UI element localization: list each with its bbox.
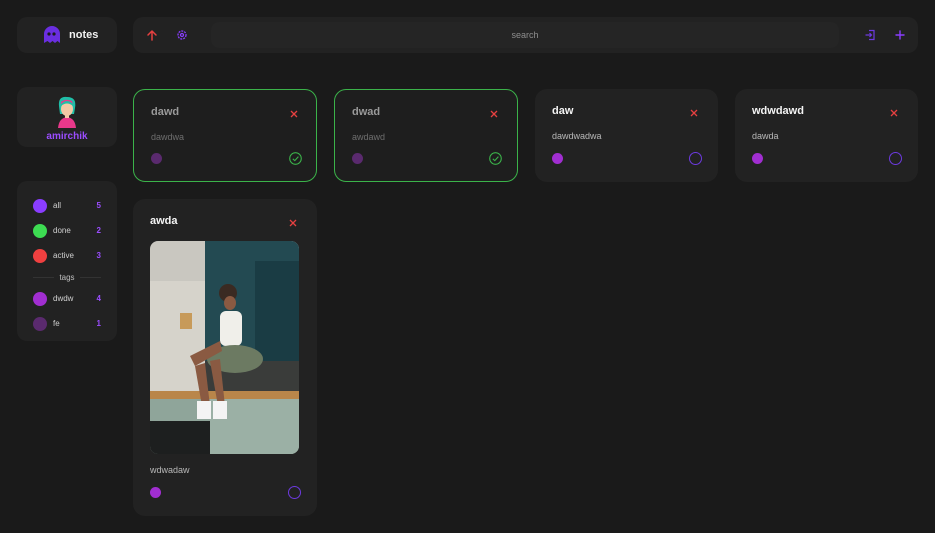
tag-label: fe <box>53 319 60 328</box>
note-image <box>150 241 299 454</box>
note-tag-dot[interactable] <box>150 487 161 498</box>
filter-all[interactable]: all 5 <box>33 193 101 218</box>
note-card[interactable]: daw dawdwadwa <box>535 89 718 182</box>
note-body: wdwadaw <box>150 465 190 475</box>
note-tag-dot[interactable] <box>752 153 763 164</box>
note-title: dawd <box>151 106 180 118</box>
note-card[interactable]: dwad awdawd <box>334 89 518 182</box>
delete-x-icon[interactable] <box>287 217 299 229</box>
note-tag-dot[interactable] <box>352 153 363 164</box>
app-logo[interactable]: notes <box>17 17 117 53</box>
note-body: dawdwadwa <box>552 131 602 141</box>
filter-done-dot <box>33 223 47 238</box>
filter-all-dot <box>33 198 47 213</box>
tag-label: dwdw <box>53 294 74 303</box>
tag-count: 4 <box>96 294 101 303</box>
filter-active[interactable]: active 3 <box>33 243 101 268</box>
note-card[interactable]: wdwdawd dawda <box>735 89 918 182</box>
tag-count: 1 <box>96 319 101 328</box>
sort-arrow-up-icon[interactable] <box>143 26 161 44</box>
note-body: dawdwa <box>151 132 185 142</box>
delete-x-icon[interactable] <box>288 108 300 120</box>
add-note-plus-icon[interactable] <box>891 26 909 44</box>
tag-dot <box>33 316 47 331</box>
top-toolbar <box>133 17 918 53</box>
filter-panel: all 5 done 2 active 3 tags dwdw 4 fe 1 <box>17 181 117 341</box>
delete-x-icon[interactable] <box>688 107 700 119</box>
note-tag-dot[interactable] <box>151 153 162 164</box>
filter-count: 5 <box>96 201 101 210</box>
tag-filter-fe[interactable]: fe 1 <box>33 311 101 336</box>
divider-line <box>33 276 55 278</box>
filter-done[interactable]: done 2 <box>33 218 101 243</box>
note-title: daw <box>552 105 574 117</box>
note-card[interactable]: awda wdwadaw <box>133 199 317 516</box>
username: amirchik <box>46 131 88 142</box>
tag-filter-dwdw[interactable]: dwdw 4 <box>33 286 101 311</box>
delete-x-icon[interactable] <box>488 108 500 120</box>
note-body: awdawd <box>352 132 386 142</box>
profile-card[interactable]: amirchik <box>17 87 117 147</box>
note-title: dwad <box>352 106 381 118</box>
done-check-icon[interactable] <box>489 152 502 165</box>
mark-done-circle[interactable] <box>889 152 902 165</box>
filter-count: 3 <box>96 251 101 260</box>
note-tag-dot[interactable] <box>552 153 563 164</box>
mark-done-circle[interactable] <box>288 486 301 499</box>
tags-heading: tags <box>59 272 75 282</box>
mark-done-circle[interactable] <box>689 152 702 165</box>
settings-gear-icon[interactable] <box>173 26 191 44</box>
filter-label: active <box>53 251 74 260</box>
note-body: dawda <box>752 131 779 141</box>
ghost-logo-icon <box>44 26 60 43</box>
tag-dot <box>33 291 47 306</box>
tags-divider: tags <box>33 268 101 286</box>
note-title: awda <box>150 215 178 227</box>
filter-active-dot <box>33 248 47 263</box>
note-card[interactable]: dawd dawdwa <box>133 89 317 182</box>
filter-label: done <box>53 226 71 235</box>
note-title: wdwdawd <box>752 105 804 117</box>
login-icon[interactable] <box>861 26 879 44</box>
search-input[interactable] <box>211 22 839 48</box>
filter-count: 2 <box>96 226 101 235</box>
divider-line <box>79 276 101 278</box>
done-check-icon[interactable] <box>289 152 302 165</box>
delete-x-icon[interactable] <box>888 107 900 119</box>
avatar <box>58 96 76 128</box>
filter-label: all <box>53 201 62 210</box>
app-name: notes <box>69 29 99 41</box>
